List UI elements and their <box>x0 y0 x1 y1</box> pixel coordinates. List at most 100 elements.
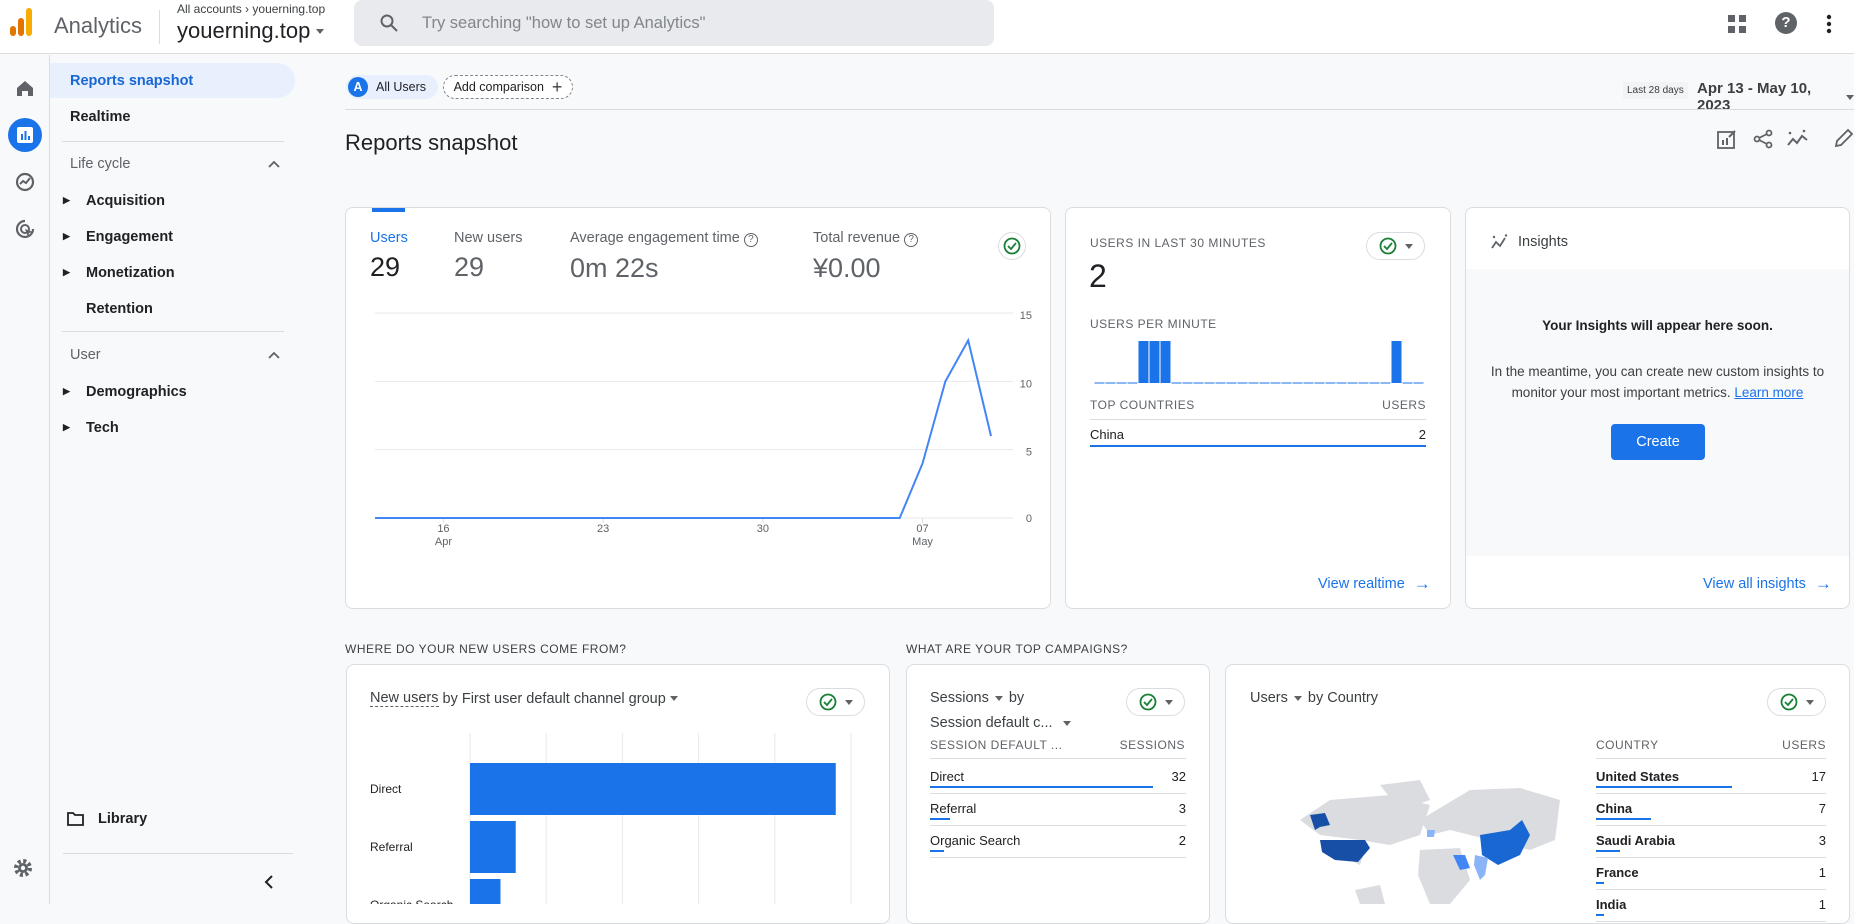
breadcrumb[interactable]: All accounts › youerning.top <box>177 2 325 16</box>
chevron-up-icon[interactable] <box>268 160 280 168</box>
add-comparison-button[interactable]: Add comparison + <box>443 75 573 99</box>
divider <box>930 857 1186 858</box>
table-row-name[interactable]: China <box>1596 801 1632 816</box>
view-realtime-link[interactable]: View realtime → <box>1318 574 1431 594</box>
arrow-right-icon: → <box>1814 574 1832 593</box>
divider <box>63 853 293 854</box>
sidebar-item-library[interactable]: Library <box>67 811 147 827</box>
collapse-chevron-left-icon[interactable] <box>264 874 274 890</box>
world-map[interactable] <box>1270 780 1570 904</box>
analytics-logo-icon[interactable] <box>10 8 32 36</box>
check-dropdown[interactable] <box>1126 688 1185 716</box>
caret-down-icon <box>994 695 1003 701</box>
chevron-up-icon[interactable] <box>268 351 280 359</box>
section-user[interactable]: User <box>70 347 101 363</box>
sidebar-item-engagement[interactable]: ▶ Engagement <box>50 219 295 254</box>
metric-selector[interactable]: New users <box>370 690 439 707</box>
link-label: View realtime <box>1318 576 1405 592</box>
explore-icon[interactable] <box>10 167 40 197</box>
home-icon[interactable] <box>10 73 40 103</box>
realtime-check-dropdown[interactable] <box>1366 232 1425 260</box>
section-life-cycle[interactable]: Life cycle <box>70 156 130 172</box>
map-country-india <box>1474 855 1488 880</box>
data-quality-check[interactable] <box>998 232 1026 260</box>
sidebar-item-monetization[interactable]: ▶ Monetization <box>50 255 295 290</box>
insights-icon <box>1491 234 1508 249</box>
search-input[interactable]: Try searching "how to set up Analytics" <box>422 14 705 33</box>
sidebar-item-reports-snapshot[interactable]: Reports snapshot <box>50 63 295 98</box>
customize-report-icon[interactable] <box>1717 129 1737 149</box>
users-per-minute-chart <box>1094 341 1424 384</box>
x-tick-label: 30 <box>757 523 769 535</box>
x-tick-label: 16 <box>437 523 449 535</box>
check-dropdown[interactable] <box>1767 688 1826 716</box>
insights-sparkle-icon[interactable] <box>1787 129 1809 149</box>
sidebar-item-tech[interactable]: ▶ Tech <box>50 410 295 445</box>
plus-icon: + <box>551 76 563 97</box>
metric-value: 29 <box>454 252 485 282</box>
apps-grid-icon[interactable] <box>1727 14 1747 34</box>
button-label: Add comparison <box>453 80 544 94</box>
divider <box>159 10 160 44</box>
date-preset-chip[interactable]: Last 28 days <box>1623 82 1688 99</box>
property-selector[interactable]: youerning.top <box>177 18 325 44</box>
segment-chip-all-users[interactable]: A All Users <box>346 75 439 99</box>
sidebar-item-realtime[interactable]: Realtime <box>50 99 295 134</box>
breadcrumb-account[interactable]: youerning.top <box>252 2 325 16</box>
sidebar-item-demographics[interactable]: ▶ Demographics <box>50 374 295 409</box>
help-circle-icon[interactable]: ? <box>743 233 758 247</box>
settings-gear-icon[interactable] <box>12 857 34 879</box>
table-row-value: 1 <box>1818 897 1826 912</box>
help-icon[interactable]: ? <box>1775 12 1797 34</box>
sidebar-item-acquisition[interactable]: ▶ Acquisition <box>50 183 295 218</box>
breadcrumb-root[interactable]: All accounts <box>177 2 242 16</box>
metric-tab-avg-engagement[interactable]: Average engagement time ? 0m 22s <box>570 230 758 284</box>
y-tick-label: 15 <box>1020 310 1032 322</box>
metric-tab-new-users[interactable]: New users 29 <box>454 230 523 283</box>
create-insight-button[interactable]: Create <box>1611 424 1705 460</box>
insights-title: Insights <box>1518 234 1568 250</box>
share-icon[interactable] <box>1753 129 1773 149</box>
table-row-name[interactable]: United States <box>1596 769 1679 784</box>
divider <box>1596 921 1826 922</box>
column-header-users: Users <box>1382 398 1426 412</box>
campaigns-metric-selector[interactable]: Sessions by <box>930 690 1024 706</box>
table-row-bar <box>1596 850 1620 852</box>
check-dropdown[interactable] <box>806 688 865 716</box>
table-row-name[interactable]: Referral <box>930 801 976 816</box>
advertising-icon[interactable] <box>10 214 40 244</box>
view-all-insights-link[interactable]: View all insights → <box>1703 574 1832 594</box>
country-name: China <box>1090 427 1124 442</box>
more-vert-icon[interactable] <box>1826 14 1832 34</box>
divider <box>1596 857 1826 858</box>
search-icon <box>380 14 398 32</box>
learn-more-link[interactable]: Learn more <box>1734 385 1803 400</box>
arrow-right-icon: → <box>1413 574 1431 593</box>
table-row-name[interactable]: Direct <box>930 769 964 784</box>
edit-pencil-icon[interactable] <box>1834 128 1854 148</box>
expand-arrow-icon: ▶ <box>63 195 70 205</box>
active-tab-indicator <box>372 208 405 212</box>
help-circle-icon[interactable]: ? <box>904 233 919 247</box>
campaigns-dimension-selector[interactable]: Session default c... <box>930 715 1071 731</box>
expand-arrow-icon: ▶ <box>63 422 70 432</box>
column-header-country: Country <box>1596 738 1659 752</box>
expand-arrow-icon: ▶ <box>63 386 70 396</box>
table-row-name[interactable]: Organic Search <box>930 833 1020 848</box>
table-row-value: 1 <box>1818 865 1826 880</box>
table-row-name[interactable]: India <box>1596 897 1626 912</box>
reports-icon[interactable] <box>8 118 42 152</box>
metric-tab-total-revenue[interactable]: Total revenue ? ¥0.00 <box>813 230 919 284</box>
table-row-name[interactable]: Saudi Arabia <box>1596 833 1675 848</box>
check-circle-icon <box>1379 237 1396 255</box>
users-per-minute-label: Users per minute <box>1090 317 1217 331</box>
link-label: View all insights <box>1703 576 1806 592</box>
table-row-name[interactable]: France <box>1596 865 1639 880</box>
expand-arrow-icon: ▶ <box>63 231 70 241</box>
country-metric-selector[interactable]: Users by Country <box>1250 690 1378 706</box>
sidebar-item-retention[interactable]: Retention <box>50 291 295 326</box>
caret-down-icon <box>1805 699 1814 705</box>
new-users-dimension-selector[interactable]: New users by First user default channel g… <box>370 690 678 707</box>
search-bar[interactable]: Try searching "how to set up Analytics" <box>354 0 994 46</box>
metric-tab-users[interactable]: Users 29 <box>370 230 408 283</box>
